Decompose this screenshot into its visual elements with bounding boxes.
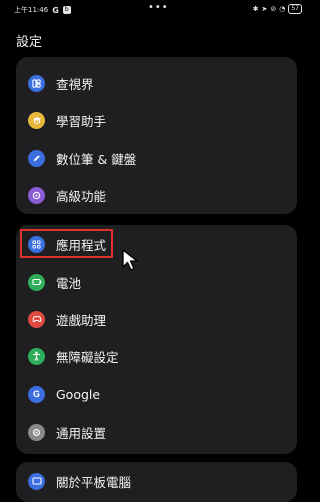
pen-icon bbox=[28, 149, 45, 167]
settings-item-game-assistant[interactable]: 遊戲助理 bbox=[16, 301, 297, 337]
highlight-box bbox=[20, 229, 113, 258]
battery-icon bbox=[28, 273, 45, 291]
settings-card-2: 應用程式 電池 遊戲助理 無障礙設定 G Google 通用設置 bbox=[16, 225, 297, 454]
settings-item-label: 無障礙設定 bbox=[56, 349, 119, 365]
gear-icon bbox=[28, 423, 45, 441]
gamepad-icon bbox=[28, 310, 45, 328]
settings-item-learning-assistant[interactable]: 學習助手 bbox=[16, 102, 297, 138]
split-screen-icon bbox=[28, 74, 45, 92]
no-sim-icon: ⊘ bbox=[270, 5, 277, 13]
battery-status-icon: 57 bbox=[288, 4, 302, 14]
settings-item-label: 數位筆 & 鍵盤 bbox=[56, 151, 137, 167]
more-dots-icon[interactable]: ••• bbox=[148, 2, 169, 13]
settings-item-label: Google bbox=[56, 386, 101, 402]
page-title: 設定 bbox=[16, 35, 43, 50]
settings-item-split-view[interactable]: 查視界 bbox=[16, 65, 297, 101]
status-time: 上午11:46 bbox=[14, 6, 49, 14]
accessibility-icon bbox=[28, 347, 45, 365]
bluetooth-icon: ✱ bbox=[252, 5, 259, 13]
mouse-cursor-icon bbox=[122, 249, 138, 271]
settings-item-google[interactable]: G Google bbox=[16, 376, 297, 412]
settings-item-label: 遊戲助理 bbox=[56, 312, 107, 328]
status-bar: 上午11:46 G b ••• ✱ ➤ ⊘ ◔ 57 bbox=[0, 0, 314, 22]
settings-item-accessibility[interactable]: 無障礙設定 bbox=[16, 338, 297, 374]
location-icon: ➤ bbox=[261, 5, 268, 13]
app-notification-icon: b bbox=[62, 6, 71, 14]
settings-item-advanced[interactable]: 高級功能 bbox=[16, 177, 297, 213]
settings-item-label: 電池 bbox=[56, 275, 82, 291]
tablet-icon bbox=[28, 472, 45, 490]
settings-item-label: 關於平板電腦 bbox=[56, 474, 132, 490]
settings-item-battery[interactable]: 電池 bbox=[16, 264, 297, 300]
settings-item-general[interactable]: 通用設置 bbox=[16, 414, 297, 450]
settings-item-label: 高級功能 bbox=[56, 188, 107, 204]
google-icon: G bbox=[28, 385, 45, 403]
star-icon bbox=[28, 186, 45, 204]
settings-item-pen-keyboard[interactable]: 數位筆 & 鍵盤 bbox=[16, 140, 297, 176]
settings-card-3: 關於平板電腦 bbox=[16, 462, 297, 502]
settings-item-label: 查視界 bbox=[56, 76, 94, 92]
settings-item-label: 通用設置 bbox=[56, 425, 107, 441]
google-notification-icon: G bbox=[52, 5, 59, 15]
wifi-icon: ◔ bbox=[279, 5, 286, 13]
graduation-cap-icon bbox=[28, 111, 45, 129]
settings-card-1: 查視界 學習助手 數位筆 & 鍵盤 高級功能 bbox=[16, 57, 297, 214]
settings-item-label: 學習助手 bbox=[56, 113, 107, 129]
settings-item-about-tablet[interactable]: 關於平板電腦 bbox=[16, 463, 297, 499]
